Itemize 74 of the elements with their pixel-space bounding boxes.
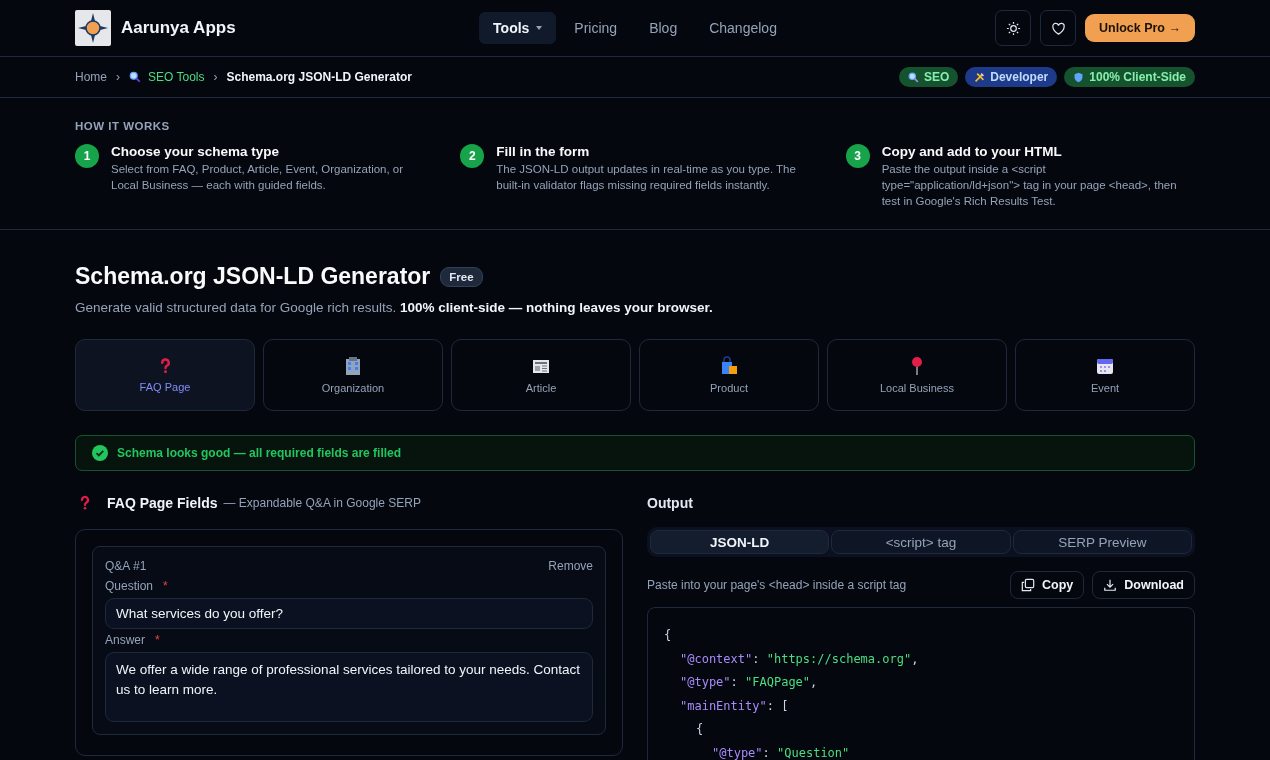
schema-type-card[interactable]: Event: [1015, 339, 1195, 411]
nav-link[interactable]: Changelog: [695, 12, 791, 44]
shield-icon: [1073, 71, 1085, 83]
question-field[interactable]: What services do you offer?: [105, 598, 593, 629]
theme-toggle-button[interactable]: [995, 10, 1031, 46]
free-badge: Free: [440, 266, 483, 287]
field-label: Question: [105, 579, 154, 593]
schema-type-card[interactable]: Local Business: [827, 339, 1007, 411]
breadcrumb-current: Schema.org JSON-LD Generator: [226, 70, 412, 84]
code-line: {: [695, 721, 705, 738]
output-tab[interactable]: SERP Preview: [1012, 530, 1192, 554]
code-line: "@context": "https://schema.org",: [679, 650, 920, 668]
heart-icon: [1050, 20, 1066, 36]
step-title: Fill in the form: [496, 144, 591, 159]
output-tab[interactable]: JSON-LD: [650, 530, 830, 554]
sun-icon: [1005, 20, 1021, 36]
download-button[interactable]: Download: [1092, 571, 1195, 599]
download-icon: [1103, 578, 1118, 592]
copy-button[interactable]: Copy: [1010, 571, 1085, 599]
nav-link[interactable]: Pricing: [560, 12, 632, 44]
breadcrumb-link[interactable]: Home: [75, 70, 107, 84]
remove-link[interactable]: Remove: [548, 559, 593, 573]
output-title: Output: [647, 494, 694, 513]
calendar-icon: [1095, 356, 1115, 376]
fields-hint: — Expandable Q&A in Google SERP: [223, 496, 421, 510]
copy-icon: [1021, 578, 1036, 592]
search-icon: [129, 71, 141, 83]
nav-link[interactable]: Tools: [479, 12, 557, 44]
shopping-bags-icon: [719, 356, 739, 376]
step-number: 1: [75, 144, 99, 168]
code-line: "@type": "Question": [711, 744, 851, 760]
field-label: Answer: [105, 633, 145, 647]
step-number: 3: [845, 144, 870, 168]
schema-type-card[interactable]: FAQ Page: [75, 339, 255, 411]
output-hint: Paste into your page's <head> inside a script tag: [647, 578, 907, 592]
search-icon: [907, 71, 919, 83]
check-circle-icon: [92, 445, 108, 461]
logo-icon: [75, 10, 111, 46]
step-title: Choose your schema type: [111, 144, 281, 159]
code-line: "@type": "FAQPage",: [679, 674, 819, 691]
breadcrumb-separator: ›: [213, 70, 218, 84]
page-subtitle: Generate valid structured data for Google rich results. 100% client-side — nothing leaves your browser.: [75, 300, 714, 315]
brand-name[interactable]: Aarunya Apps: [121, 18, 236, 38]
badge-label: 100% Client-Side: [1089, 70, 1186, 84]
step-description: Select from FAQ, Product, Article, Event, Organization, or Local Business — each with guided fields.: [111, 162, 405, 193]
schema-type-card[interactable]: Article: [451, 339, 631, 411]
answer-field[interactable]: We offer a wide range of professional services tailored to your needs. Contact us to learn more.: [105, 652, 593, 722]
qa-label: Q&A #1: [105, 559, 147, 573]
section-heading: HOW IT WORKS: [75, 120, 171, 132]
step-title: Copy and add to your HTML: [881, 144, 1063, 159]
step-description: The JSON-LD output updates in real-time as you type. The built-in validator flags missing required fields instantly.: [496, 162, 797, 193]
tools-icon: [974, 71, 986, 83]
page-title: Schema.org JSON-LD Generator: [75, 263, 431, 290]
badge-label: SEO: [923, 70, 950, 84]
breadcrumb-separator: ›: [116, 70, 120, 84]
code-line: {: [664, 627, 673, 644]
breadcrumb-link[interactable]: SEO Tools: [148, 70, 205, 84]
schema-type-card[interactable]: Organization: [263, 339, 443, 411]
code-line: "mainEntity": [: [679, 697, 790, 715]
output-tab[interactable]: <script> tag: [831, 530, 1011, 554]
schema-type-card[interactable]: Product: [639, 339, 819, 411]
nav-link[interactable]: Blog: [635, 12, 692, 44]
validation-message: Schema looks good — all required fields are filled: [117, 446, 402, 460]
favorite-button[interactable]: [1040, 10, 1076, 46]
fields-title: FAQ Page Fields: [107, 495, 218, 511]
required-mark: *: [163, 579, 168, 593]
question-mark-icon: [79, 495, 91, 511]
badge-label: Developer: [990, 70, 1049, 84]
question-mark-icon: [158, 357, 172, 375]
unlock-pro-button[interactable]: Unlock Pro →: [1085, 14, 1195, 42]
required-mark: *: [155, 633, 160, 647]
step-number: 2: [460, 144, 485, 168]
office-building-icon: [343, 356, 363, 376]
step-description: Paste the output inside a <script type="application/ld+json"> tag in your page <head>, then test in Google's Rich Results Test.: [881, 162, 1178, 209]
